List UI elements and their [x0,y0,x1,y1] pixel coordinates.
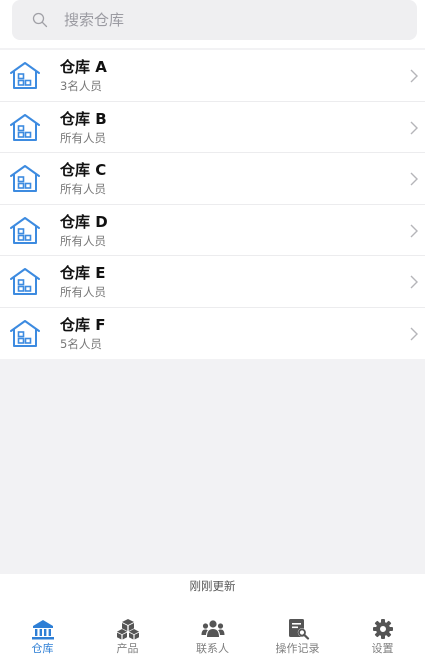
header: 搜索仓库 [0,0,425,48]
warehouse-icon [10,62,40,89]
warehouse-icon [10,165,40,192]
warehouse-list: 仓库 A 3名人员 仓库 B 所有人员 仓库 C 所有人员 仓库 D 所有人员 … [0,50,425,359]
tab-label: 仓库 [31,642,54,655]
tab-label: 操作记录 [275,642,320,655]
boxes-icon [116,619,139,640]
warehouse-row[interactable]: 仓库 E 所有人员 [0,256,425,308]
warehouse-name: 仓库 F [60,315,106,334]
chevron-right-icon [410,121,418,134]
warehouse-name: 仓库 D [60,212,108,231]
warehouse-name: 仓库 C [60,161,107,179]
search-icon [32,12,48,28]
warehouse-name: 仓库 E [60,264,106,282]
warehouse-icon [10,319,40,347]
warehouse-row[interactable]: 仓库 C 所有人员 [0,153,425,205]
warehouse-members: 5名人员 [60,336,102,351]
warehouse-members: 所有人员 [60,130,106,145]
log-search-icon [288,619,309,640]
chevron-right-icon [410,327,418,340]
chevron-right-icon [410,224,418,237]
chevron-right-icon [410,69,418,83]
chevron-right-icon [410,275,418,289]
tab-label: 设置 [371,642,394,655]
warehouse-members: 所有人员 [60,233,106,248]
bank-icon [31,620,54,640]
warehouse-members: 所有人员 [60,182,106,196]
tab-products[interactable]: 产品 [85,608,170,656]
tab-label: 联系人 [196,642,229,655]
people-icon [201,620,224,637]
gear-icon [372,619,393,639]
warehouse-members: 3名人员 [60,79,102,93]
warehouse-members: 所有人员 [60,285,106,299]
warehouse-name: 仓库 B [60,109,107,128]
tab-warehouse[interactable]: 仓库 [0,608,85,656]
warehouse-row[interactable]: 仓库 A 3名人员 [0,50,425,102]
tab-settings[interactable]: 设置 [340,608,425,656]
tab-contacts[interactable]: 联系人 [170,608,255,656]
tab-bar: 仓库 产品 联系人 操作记录 设置 [0,608,425,656]
warehouse-row[interactable]: 仓库 F 5名人员 [0,308,425,360]
warehouse-icon [10,216,40,244]
update-status: 刚刚更新 [0,574,425,608]
tab-label: 产品 [116,642,139,655]
search-placeholder: 搜索仓库 [64,11,125,29]
tab-operation-log[interactable]: 操作记录 [255,608,340,656]
warehouse-row[interactable]: 仓库 D 所有人员 [0,205,425,256]
warehouse-icon [10,113,40,141]
warehouse-name: 仓库 A [60,58,107,76]
warehouse-row[interactable]: 仓库 B 所有人员 [0,102,425,153]
chevron-right-icon [410,172,418,186]
search-input[interactable]: 搜索仓库 [12,0,417,40]
warehouse-icon [10,268,40,295]
